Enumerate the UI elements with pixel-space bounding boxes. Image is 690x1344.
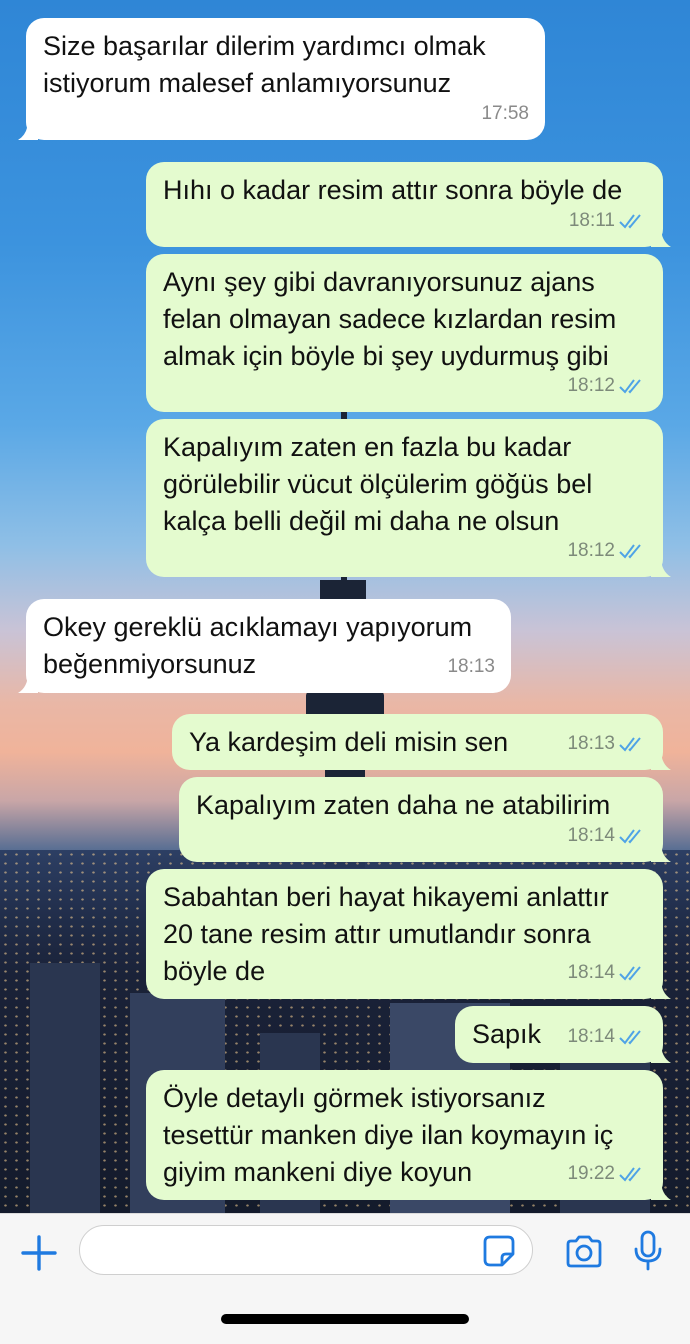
message-bubble-outgoing[interactable]: Sapık 18:14: [455, 1006, 671, 1063]
bubble-tail: [651, 1043, 671, 1063]
message-bubble-outgoing[interactable]: Kapalıyım zaten daha ne atabilirim 18:14: [179, 777, 671, 862]
bubble-tail: [651, 750, 671, 770]
message-time: 18:12: [567, 540, 615, 561]
message-text: Size başarılar dilerim yardımcı olmak is…: [43, 31, 486, 98]
message-bubble-incoming[interactable]: Okey gereklü acıklamayı yapıyorum beğenm…: [18, 599, 511, 693]
camera-icon[interactable]: [564, 1234, 604, 1270]
message-time: 18:14: [567, 1026, 615, 1047]
message-time: 17:58: [481, 103, 529, 124]
bubble-tail: [18, 673, 38, 693]
message-meta: 18:14: [567, 1018, 647, 1055]
microphone-icon[interactable]: [633, 1230, 663, 1272]
double-check-icon: [619, 736, 641, 752]
message-meta: 18:12: [567, 532, 647, 569]
message-meta: 18:14: [567, 817, 647, 854]
message-input[interactable]: [79, 1225, 533, 1275]
message-meta: 18:13: [567, 725, 647, 762]
message-bubble-outgoing[interactable]: Kapalıyım zaten en fazla bu kadar görüle…: [146, 419, 671, 577]
message-time: 18:13: [567, 733, 615, 754]
message-text: Kapalıyım zaten en fazla bu kadar görüle…: [163, 432, 593, 536]
message-time: 18:13: [447, 656, 495, 677]
composer-bar: [0, 1213, 690, 1344]
bubble-tail: [651, 1180, 671, 1200]
message-text: Okey gereklü acıklamayı yapıyorum beğenm…: [43, 612, 473, 679]
bubble-tail: [651, 227, 671, 247]
double-check-icon: [619, 213, 641, 229]
message-bubble-outgoing[interactable]: Ya kardeşim deli misin sen 18:13: [172, 714, 671, 770]
plus-icon[interactable]: [20, 1234, 58, 1272]
bubble-tail: [651, 842, 671, 862]
message-time: 18:11: [568, 210, 615, 231]
sticker-icon[interactable]: [482, 1234, 516, 1268]
message-bubble-outgoing[interactable]: Hıhı o kadar resim attır sonra böyle de …: [146, 162, 671, 247]
message-meta: 18:11: [569, 202, 647, 239]
message-meta: 19:22: [567, 1155, 647, 1192]
message-time: 18:14: [567, 825, 615, 846]
message-meta: 17:58: [481, 95, 529, 132]
message-bubble-incoming[interactable]: Size başarılar dilerim yardımcı olmak is…: [18, 18, 545, 140]
bubble-tail: [651, 979, 671, 999]
double-check-icon: [619, 1166, 641, 1182]
message-time: 18:14: [567, 962, 615, 983]
message-meta: 18:12: [567, 367, 647, 404]
message-time: 18:12: [567, 375, 615, 396]
bubble-tail: [18, 120, 38, 140]
bubble-tail: [651, 557, 671, 577]
message-text: Aynı şey gibi davranıyorsunuz ajans fela…: [163, 267, 617, 371]
message-time: 19:22: [567, 1163, 615, 1184]
double-check-icon: [619, 1029, 641, 1045]
double-check-icon: [619, 378, 641, 394]
home-indicator: [221, 1314, 469, 1324]
double-check-icon: [619, 828, 641, 844]
message-bubble-outgoing[interactable]: Sabahtan beri hayat hikayemi anlattır 20…: [146, 869, 671, 999]
message-bubble-outgoing[interactable]: Öyle detaylı görmek istiyorsanız tesettü…: [146, 1070, 671, 1200]
double-check-icon: [619, 965, 641, 981]
double-check-icon: [619, 543, 641, 559]
message-meta: 18:14: [567, 954, 647, 991]
message-meta: 18:13: [447, 648, 495, 685]
message-bubble-outgoing[interactable]: Aynı şey gibi davranıyorsunuz ajans fela…: [146, 254, 663, 412]
building: [30, 963, 100, 1213]
